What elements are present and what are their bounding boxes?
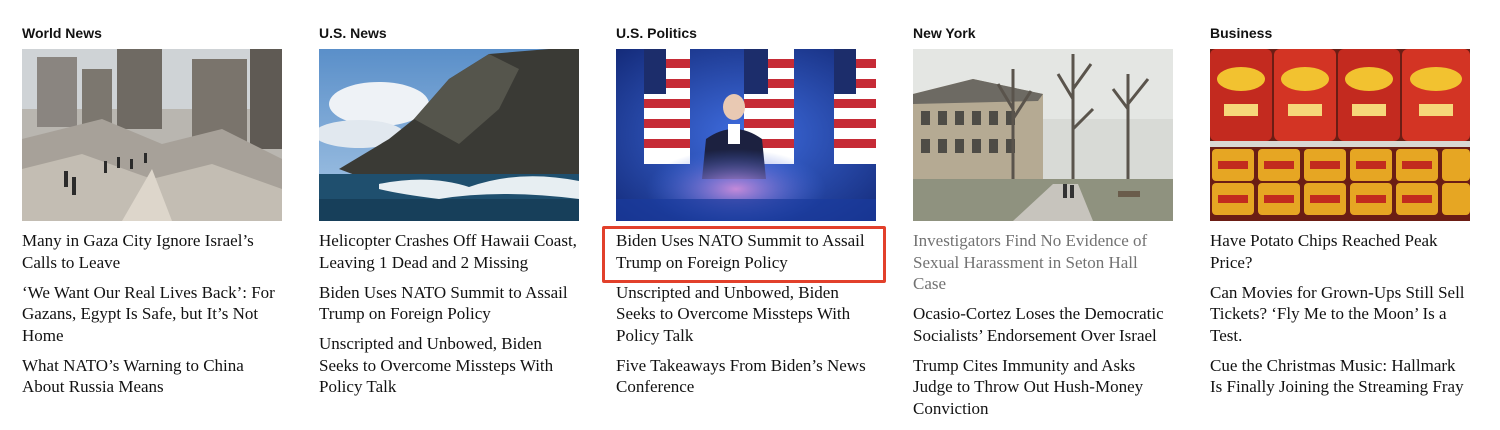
us-news-stories: Helicopter Crashes Off Hawaii Coast, Lea… xyxy=(319,230,581,398)
us-politics-image[interactable] xyxy=(616,49,876,221)
headline-link[interactable]: Can Movies for Grown-Ups Still Sell Tick… xyxy=(1210,282,1472,347)
section-us-politics: U.S. Politics Biden Uses NATO Summit to … xyxy=(616,24,878,406)
new-york-photo xyxy=(913,49,1173,221)
world-news-stories: Many in Gaza City Ignore Israel’s Calls … xyxy=(22,230,284,398)
new-york-stories: Investigators Find No Evidence of Sexual… xyxy=(913,230,1175,419)
headline-link[interactable]: Unscripted and Unbowed, Biden Seeks to O… xyxy=(616,282,878,347)
headline-link[interactable]: Five Takeaways From Biden’s News Confere… xyxy=(616,355,878,398)
headline-link[interactable]: Have Potato Chips Reached Peak Price? xyxy=(1210,230,1472,273)
headline-link-visited[interactable]: Investigators Find No Evidence of Sexual… xyxy=(913,230,1175,295)
headline-link[interactable]: Unscripted and Unbowed, Biden Seeks to O… xyxy=(319,333,581,398)
world-news-photo xyxy=(22,49,282,221)
section-label-business[interactable]: Business xyxy=(1210,24,1472,44)
headline-link[interactable]: What NATO’s Warning to China About Russi… xyxy=(22,355,284,398)
section-label-us-news[interactable]: U.S. News xyxy=(319,24,581,44)
us-news-photo xyxy=(319,49,579,221)
section-label-new-york[interactable]: New York xyxy=(913,24,1175,44)
section-world-news: World News Many in Gaza City Ignore Isra… xyxy=(22,24,284,406)
us-politics-photo xyxy=(616,49,876,221)
section-row: World News Many in Gaza City Ignore Isra… xyxy=(0,0,1500,430)
us-politics-stories: Biden Uses NATO Summit to Assail Trump o… xyxy=(616,230,878,398)
headline-link[interactable]: Trump Cites Immunity and Asks Judge to T… xyxy=(913,355,1175,420)
headline-link-highlighted[interactable]: Biden Uses NATO Summit to Assail Trump o… xyxy=(616,230,878,273)
business-stories: Have Potato Chips Reached Peak Price? Ca… xyxy=(1210,230,1472,398)
headline-link[interactable]: Cue the Christmas Music: Hallmark Is Fin… xyxy=(1210,355,1472,398)
us-news-image[interactable] xyxy=(319,49,579,221)
section-new-york: New York Investigators Find No Evidence … xyxy=(913,24,1175,428)
headline-link[interactable]: Biden Uses NATO Summit to Assail Trump o… xyxy=(319,282,581,325)
headline-link[interactable]: Ocasio-Cortez Loses the Democratic Socia… xyxy=(913,303,1175,346)
headline-link[interactable]: Helicopter Crashes Off Hawaii Coast, Lea… xyxy=(319,230,581,273)
section-label-world-news[interactable]: World News xyxy=(22,24,284,44)
section-us-news: U.S. News Helicopter Crashes Off Hawaii … xyxy=(319,24,581,406)
new-york-image[interactable] xyxy=(913,49,1173,221)
section-label-us-politics[interactable]: U.S. Politics xyxy=(616,24,878,44)
section-business: Business Have Potato Chips Reached Peak … xyxy=(1210,24,1472,406)
business-photo xyxy=(1210,49,1470,221)
business-image[interactable] xyxy=(1210,49,1470,221)
headline-link[interactable]: ‘We Want Our Real Lives Back’: For Gazan… xyxy=(22,282,284,347)
headline-link[interactable]: Many in Gaza City Ignore Israel’s Calls … xyxy=(22,230,284,273)
world-news-image[interactable] xyxy=(22,49,282,221)
